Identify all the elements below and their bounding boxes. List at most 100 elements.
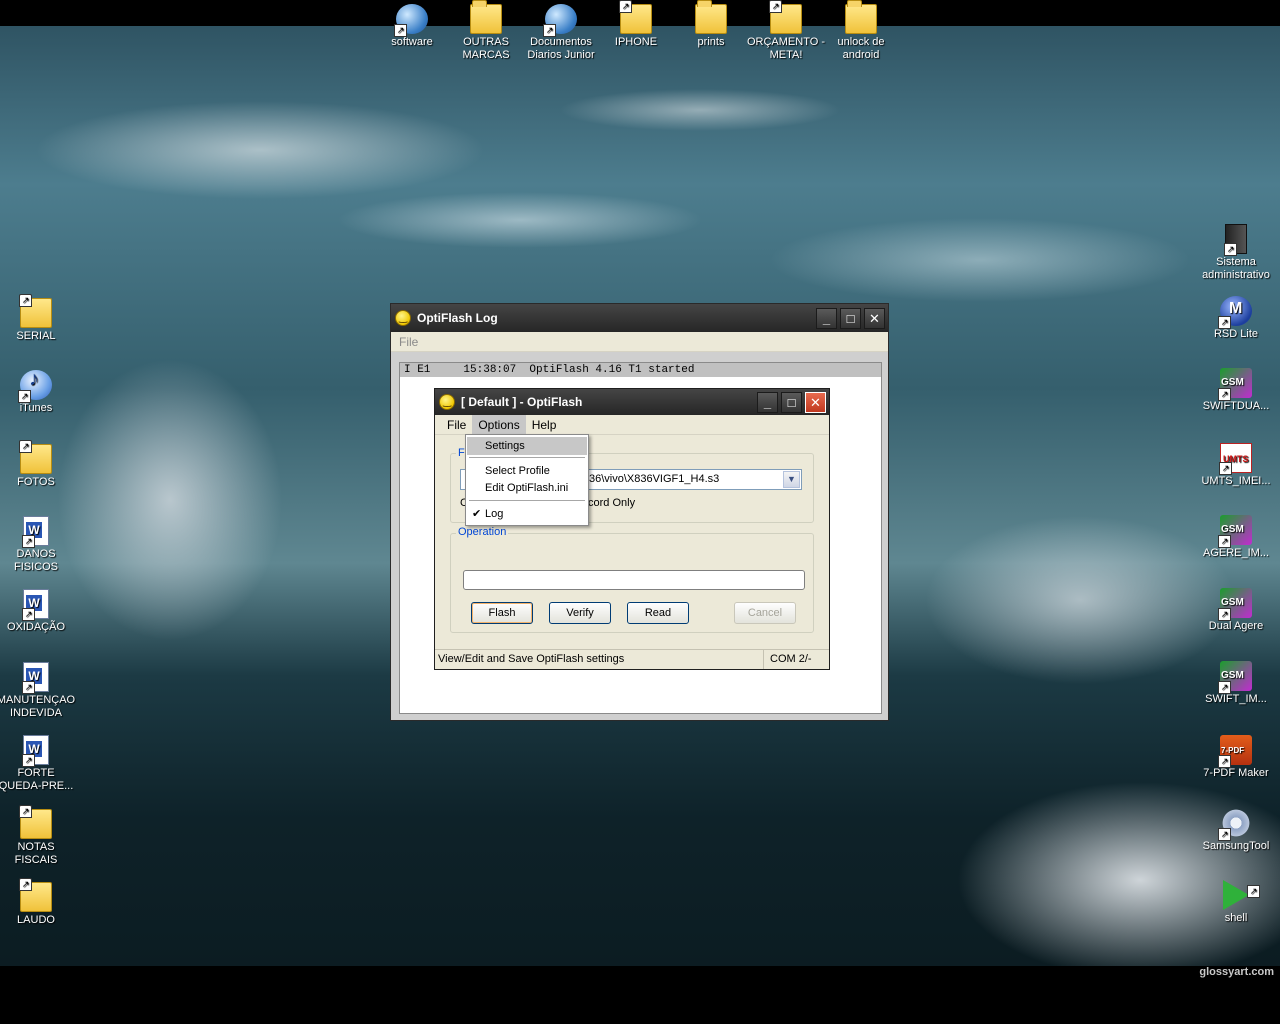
menu-item-select-profile[interactable]: Select Profile: [467, 462, 587, 480]
desktop-icon-label: DANOS FISICOS: [13, 548, 58, 573]
menu-file[interactable]: File: [441, 415, 472, 435]
menu-help[interactable]: Help: [526, 415, 563, 435]
flash-button[interactable]: Flash: [471, 602, 533, 624]
menu-item-log-label: Log: [485, 508, 504, 520]
desktop-icon-label: Dual Agere: [1208, 620, 1264, 632]
status-text: View/Edit and Save OptiFlash settings: [438, 653, 625, 665]
desktop-icon-danos-fisicos[interactable]: DANOS FISICOS: [0, 516, 76, 574]
gsm-tool-icon: [1218, 588, 1252, 621]
desktop-icon-label: Documentos Diarios Junior: [527, 36, 595, 61]
folder-icon: [470, 0, 502, 34]
verify-button[interactable]: Verify: [549, 602, 611, 624]
minimize-button[interactable]: _: [757, 391, 778, 413]
folder-icon: [769, 0, 802, 34]
log-window-menubar: File: [391, 332, 888, 352]
play-arrow-icon: [1223, 880, 1260, 910]
desktop-icon-itunes[interactable]: iTunes: [0, 370, 76, 415]
log-menu-file[interactable]: File: [397, 332, 424, 352]
maximize-button[interactable]: □: [840, 307, 861, 329]
main-window-menubar: File Options Help: [435, 414, 829, 435]
motorola-icon: [1218, 296, 1252, 329]
desktop-icon-label: FOTOS: [17, 476, 55, 488]
desktop-icon-shell[interactable]: shell: [1196, 880, 1276, 925]
desktop-icon-label: SERIAL: [16, 330, 56, 342]
desktop-icon-fotos[interactable]: FOTOS: [0, 440, 76, 489]
desktop-icon-umts-imei[interactable]: UMTS_IMEI...: [1196, 443, 1276, 488]
desktop-icon-7-pdf-maker[interactable]: 7-PDF Maker: [1196, 735, 1276, 780]
desktop-icon-label: shell: [1224, 912, 1248, 924]
web-folder-icon: [543, 4, 577, 37]
desktop-icon-iphone[interactable]: IPHONE: [596, 0, 676, 49]
bottom-black-bar: [0, 966, 1280, 1024]
desktop-icon-prints[interactable]: prints: [671, 0, 751, 49]
desktop-icon-label: RSD Lite: [1213, 328, 1259, 340]
pdf-maker-icon: [1218, 735, 1252, 768]
menu-item-settings[interactable]: Settings: [467, 437, 587, 455]
desktop-icon-rsd-lite[interactable]: RSD Lite: [1196, 296, 1276, 341]
desktop-icon-sistema-administrativo[interactable]: Sistema administrativo: [1196, 224, 1276, 282]
desktop-icon-label: OXIDAÇÃO: [6, 621, 66, 633]
desktop-icon-forte-queda[interactable]: FORTE QUEDA-PRE...: [0, 735, 76, 793]
folder-icon: [619, 0, 652, 34]
desktop-icon-label: AGERE_IM...: [1202, 547, 1270, 559]
umts-icon: [1219, 443, 1252, 475]
log-window-title: OptiFlash Log: [417, 311, 498, 325]
log-window-titlebar[interactable]: OptiFlash Log _ □ ✕: [391, 304, 888, 332]
desktop-icon-label: SWIFTDUA...: [1202, 400, 1270, 412]
desktop-icon-agere-im[interactable]: AGERE_IM...: [1196, 515, 1276, 560]
desktop-icon-label: UMTS_IMEI...: [1201, 475, 1271, 487]
minimize-button[interactable]: _: [816, 307, 837, 329]
close-button[interactable]: ✕: [805, 391, 826, 413]
menu-item-edit-ini[interactable]: Edit OptiFlash.ini: [467, 479, 587, 497]
gsm-tool-icon: [1218, 661, 1252, 694]
desktop-icon-serial[interactable]: SERIAL: [0, 294, 76, 343]
word-document-icon: [22, 589, 49, 621]
close-button[interactable]: ✕: [864, 307, 885, 329]
word-document-icon: [22, 662, 49, 694]
folder-icon: [845, 0, 877, 34]
main-window-titlebar[interactable]: [ Default ] - OptiFlash _ □ ✕: [435, 389, 829, 415]
status-port: COM 2/-: [763, 650, 829, 669]
wallpaper-watermark: glossyart.com: [1199, 966, 1274, 978]
desktop-icon-unlock-de-android[interactable]: unlock de android: [821, 0, 901, 62]
folder-icon: [695, 0, 727, 34]
desktop-icon-laudo[interactable]: LAUDO: [0, 878, 76, 927]
desktop-icon-documentos-diarios[interactable]: Documentos Diarios Junior: [521, 4, 601, 62]
desktop-icon-label: 7-PDF Maker: [1203, 767, 1269, 779]
optiflash-main-window[interactable]: [ Default ] - OptiFlash _ □ ✕ File Optio…: [434, 388, 830, 670]
gsm-tool-icon: [1218, 368, 1252, 401]
options-dropdown-menu[interactable]: Settings Select Profile Edit OptiFlash.i…: [465, 434, 589, 526]
progress-bar: [463, 570, 805, 590]
desktop-icon-label: OUTRAS MARCAS: [462, 36, 510, 61]
desktop-icon-label: unlock de android: [837, 36, 885, 61]
desktop-icon-label: FORTE QUEDA-PRE...: [0, 767, 74, 792]
word-document-icon: [22, 516, 49, 548]
desktop-icon-notas-fiscais[interactable]: NOTAS FISCAIS: [0, 805, 76, 867]
folder-icon: [19, 440, 52, 474]
desktop-icon-orcamento-meta[interactable]: ORÇAMENTO - META!: [746, 0, 826, 62]
main-window-title: [ Default ] - OptiFlash: [461, 395, 583, 409]
desktop-icon-manutencao-indevida[interactable]: MANUTENÇAO INDEVIDA: [0, 662, 76, 720]
desktop-icon-dual-agere[interactable]: Dual Agere: [1196, 588, 1276, 633]
desktop-icon-oxidacao[interactable]: OXIDAÇÃO: [0, 589, 76, 634]
maximize-button[interactable]: □: [781, 391, 802, 413]
desktop-icon-swift-im[interactable]: SWIFT_IM...: [1196, 661, 1276, 706]
gsm-tool-icon: [1218, 515, 1252, 548]
menu-options[interactable]: Options: [472, 414, 526, 435]
desktop-icon-samsungtool[interactable]: SamsungTool: [1196, 808, 1276, 853]
smiley-app-icon: [395, 310, 411, 326]
status-bar: View/Edit and Save OptiFlash settings CO…: [435, 649, 829, 669]
desktop-icon-outras-marcas[interactable]: OUTRAS MARCAS: [446, 0, 526, 62]
gear-icon: [1218, 808, 1252, 841]
desktop-icon-swiftdua[interactable]: SWIFTDUA...: [1196, 368, 1276, 413]
menu-separator: [469, 457, 585, 458]
read-button[interactable]: Read: [627, 602, 689, 624]
cancel-button[interactable]: Cancel: [734, 602, 796, 624]
record-only-label[interactable]: cord Only: [588, 497, 635, 509]
menu-item-log[interactable]: ✔ Log: [467, 505, 587, 523]
desktop-icon-label: NOTAS FISCAIS: [14, 841, 58, 866]
chevron-down-icon[interactable]: ▼: [783, 471, 800, 488]
computer-icon: [1224, 224, 1247, 256]
desktop-icon-software[interactable]: software: [372, 4, 452, 49]
desktop-icon-label: SamsungTool: [1202, 840, 1270, 852]
